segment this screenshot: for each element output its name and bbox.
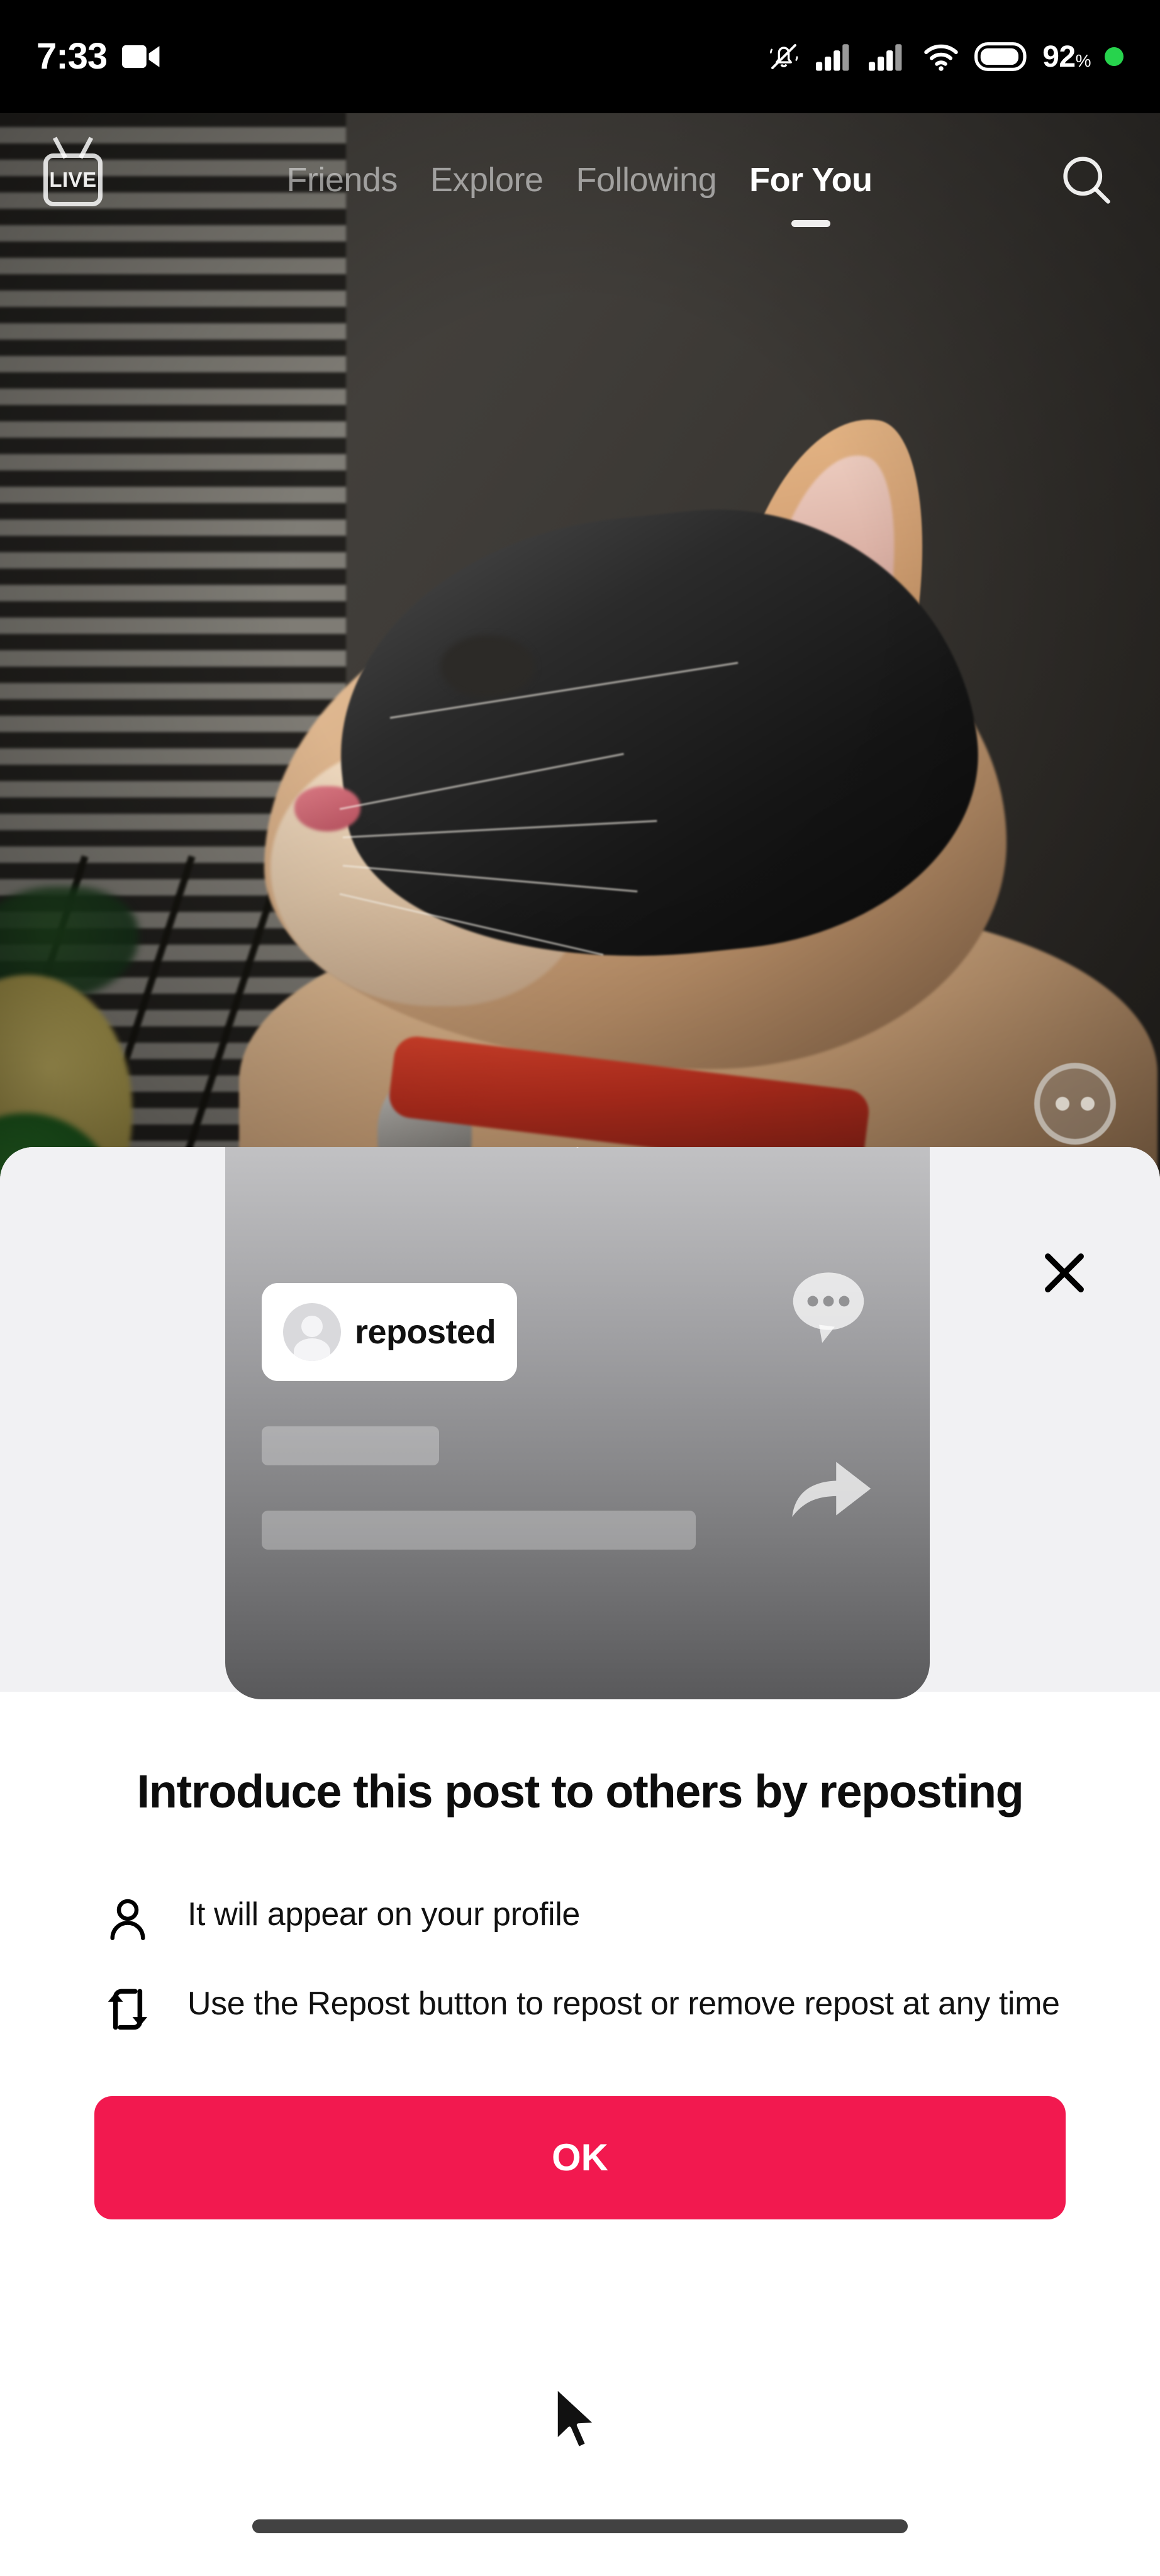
close-button[interactable] (1034, 1243, 1095, 1303)
skeleton-bar-long (262, 1511, 696, 1550)
live-label: LIVE (49, 168, 97, 191)
ok-button[interactable]: OK (94, 2096, 1066, 2219)
tab-for-you[interactable]: For You (733, 160, 889, 227)
search-icon (1063, 157, 1110, 204)
share-icon (792, 1462, 871, 1517)
ok-button-label: OK (552, 2136, 608, 2179)
tab-friends[interactable]: Friends (270, 160, 414, 199)
tab-label: Following (576, 161, 717, 199)
feed-tabs: Friends Explore Following For You (107, 160, 1052, 227)
user-avatar-placeholder-icon (283, 1303, 341, 1361)
green-dot-indicator (1105, 47, 1124, 66)
skeleton-bar-short (262, 1426, 439, 1465)
wifi-icon (924, 44, 958, 71)
dot (1081, 1097, 1095, 1111)
live-tv-icon: LIVE (43, 153, 103, 206)
person-icon (101, 1891, 155, 1945)
status-bar: 7:33 92% (0, 0, 1160, 113)
clock-time: 7:33 (36, 36, 108, 77)
live-button[interactable]: LIVE (39, 145, 107, 215)
video-vignette (0, 113, 1160, 1182)
tab-label: Explore (430, 161, 544, 199)
active-tab-underline (791, 220, 830, 227)
dot (1056, 1097, 1069, 1111)
modal-hero-area: reposted (0, 1147, 1160, 1699)
video-camera-icon (122, 45, 160, 69)
avatar-head (301, 1316, 323, 1337)
list-item: It will appear on your profile (101, 1891, 1066, 1945)
benefits-list: It will appear on your profile Use the R… (94, 1891, 1066, 2035)
signal-bars-icon-1 (816, 44, 849, 71)
search-button[interactable] (1052, 145, 1121, 214)
close-icon (1045, 1253, 1084, 1292)
home-indicator[interactable] (252, 2519, 908, 2533)
repost-illustration-card: reposted (225, 1147, 930, 1699)
tab-label: Friends (286, 161, 398, 199)
signal-bars-icon-2 (869, 44, 902, 71)
mouse-cursor (554, 2385, 598, 2451)
reposted-pill: reposted (262, 1283, 518, 1381)
list-item-label: It will appear on your profile (187, 1896, 580, 1933)
mute-bell-icon (770, 44, 798, 69)
list-item: Use the Repost button to repost or remov… (101, 1980, 1066, 2035)
tab-following[interactable]: Following (560, 160, 733, 199)
reposted-label: reposted (355, 1313, 496, 1351)
tab-explore[interactable]: Explore (414, 160, 560, 199)
battery-percent: 92% (1042, 40, 1091, 74)
comment-icon (793, 1272, 864, 1343)
page-title: Introduce this post to others by reposti… (137, 1765, 1024, 1818)
tab-label: For You (749, 161, 873, 199)
video-feed-background[interactable] (0, 113, 1160, 1182)
phone-screen: LIVE Friends Explore Following For You 7… (0, 0, 1160, 2576)
more-options-icon[interactable] (1034, 1063, 1116, 1145)
avatar-body (294, 1338, 330, 1361)
battery-icon (974, 42, 1027, 71)
modal-body: Introduce this post to others by reposti… (0, 1762, 1160, 2219)
repost-info-modal: reposted Introduce this post to others b… (0, 1147, 1160, 2576)
top-navigation-bar: LIVE Friends Explore Following For You (0, 123, 1160, 236)
list-item-label: Use the Repost button to repost or remov… (187, 1985, 1060, 2022)
status-bar-right: 92% (766, 40, 1124, 74)
status-bar-left: 7:33 (36, 38, 161, 75)
heart-icon (576, 1147, 579, 1148)
repost-icon (101, 1980, 155, 2035)
